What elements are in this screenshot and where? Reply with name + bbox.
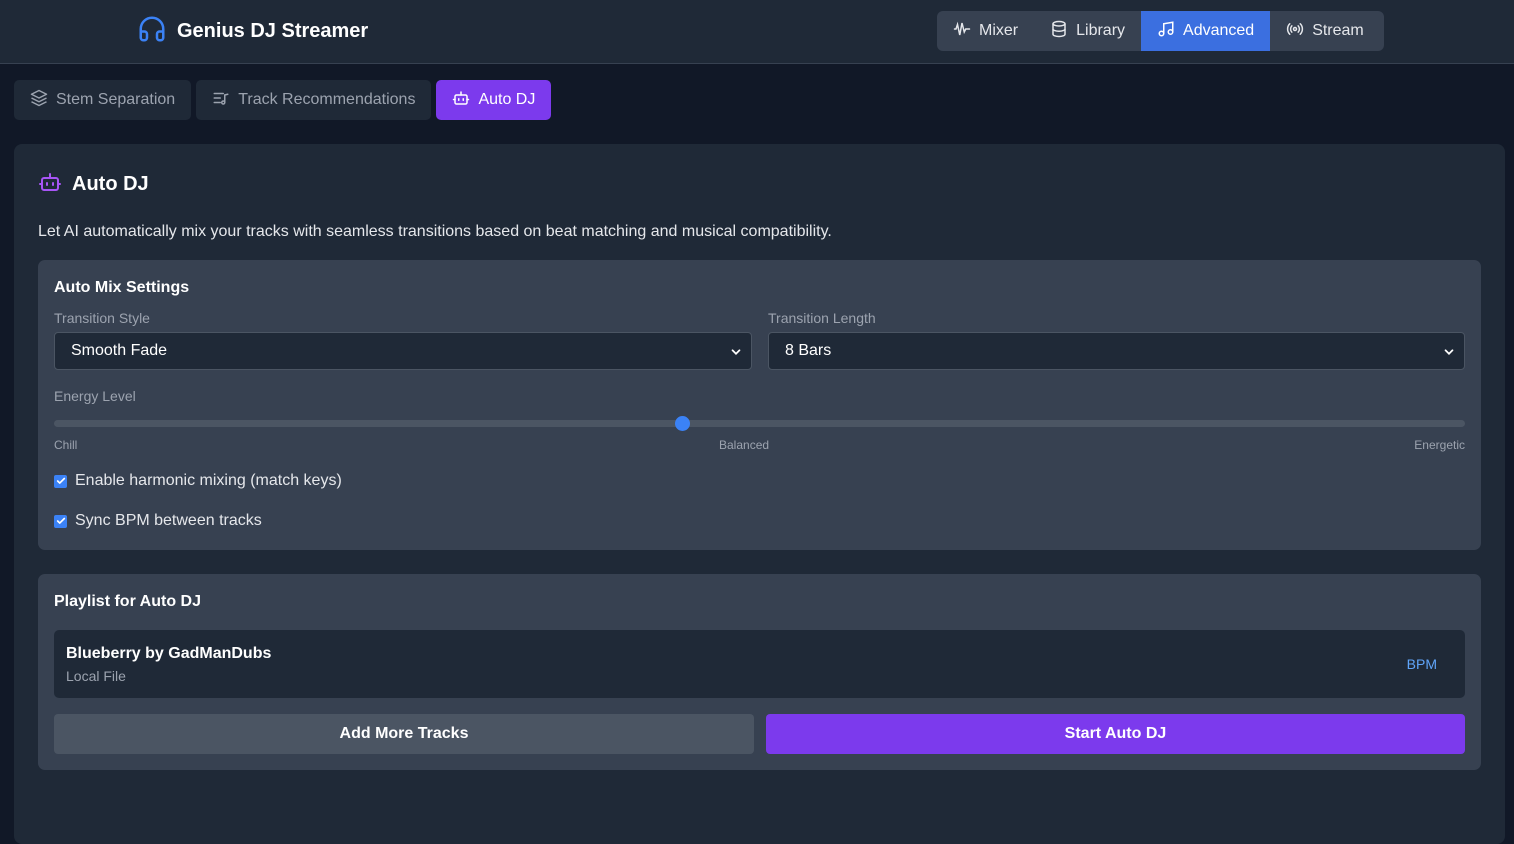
robot-icon (452, 89, 470, 112)
tab-track-recommendations-label: Track Recommendations (238, 91, 416, 108)
tab-track-recommendations[interactable]: Track Recommendations (196, 80, 432, 120)
nav-mixer-label: Mixer (979, 22, 1019, 39)
start-auto-dj-button[interactable]: Start Auto DJ (766, 714, 1465, 754)
top-bar: Genius DJ Streamer Mixer Library Advance… (0, 0, 1514, 64)
tab-auto-dj[interactable]: Auto DJ (436, 80, 552, 120)
chevron-down-icon (1442, 345, 1456, 364)
playlist-icon (212, 89, 230, 112)
add-more-tracks-button[interactable]: Add More Tracks (54, 714, 754, 754)
transition-style-value: Smooth Fade (71, 342, 168, 359)
sync-bpm-label: Sync BPM between tracks (75, 512, 262, 529)
tab-stem-separation[interactable]: Stem Separation (14, 80, 192, 120)
main-nav: Mixer Library Advanced Stream (937, 11, 1384, 51)
transition-length-select[interactable]: 8 Bars (768, 332, 1465, 370)
transition-style-select[interactable]: Smooth Fade (54, 332, 752, 370)
energy-mid-label: Balanced (719, 438, 770, 452)
panel-header: Auto DJ (38, 170, 149, 199)
settings-title: Auto Mix Settings (54, 279, 190, 296)
layers-icon (30, 89, 48, 112)
advanced-subtabs: Stem Separation Track Recommendations Au… (14, 80, 552, 120)
energy-level-label: Energy Level (54, 388, 136, 404)
music-note-icon (1157, 20, 1175, 43)
track-bpm: BPM (1406, 656, 1437, 672)
playlist-title: Playlist for Auto DJ (54, 593, 201, 610)
nav-library-label: Library (1076, 22, 1126, 39)
database-icon (1050, 20, 1068, 43)
auto-dj-panel: Auto DJ Let AI automatically mix your tr… (14, 144, 1505, 844)
nav-stream-label: Stream (1312, 22, 1364, 39)
sync-bpm-option[interactable]: Sync BPM between tracks (54, 512, 262, 530)
robot-icon (38, 170, 62, 199)
nav-advanced-label: Advanced (1183, 22, 1255, 39)
playlist-track[interactable]: Blueberry by GadManDubs Local File BPM (54, 630, 1465, 698)
harmonic-mixing-label: Enable harmonic mixing (match keys) (75, 472, 342, 489)
nav-advanced[interactable]: Advanced (1141, 11, 1271, 51)
tab-stem-separation-label: Stem Separation (56, 91, 176, 108)
headphones-icon (137, 14, 167, 49)
energy-max-label: Energetic (1414, 438, 1465, 452)
nav-stream[interactable]: Stream (1270, 11, 1380, 51)
sync-bpm-checkbox[interactable] (54, 514, 67, 528)
playlist-card: Playlist for Auto DJ Blueberry by GadMan… (38, 574, 1481, 770)
panel-title: Auto DJ (72, 173, 149, 195)
energy-slider-thumb[interactable] (674, 416, 690, 431)
chevron-down-icon (729, 345, 743, 364)
energy-min-label: Chill (54, 438, 78, 452)
transition-length-value: 8 Bars (785, 342, 832, 359)
nav-library[interactable]: Library (1034, 11, 1141, 51)
panel-description: Let AI automatically mix your tracks wit… (38, 223, 832, 240)
energy-level-slider[interactable] (54, 416, 1465, 431)
brand[interactable]: Genius DJ Streamer (137, 16, 368, 46)
track-source: Local File (66, 668, 126, 684)
transition-style-label: Transition Style (54, 310, 150, 326)
transition-length-label: Transition Length (768, 310, 876, 326)
harmonic-mixing-checkbox[interactable] (54, 474, 67, 488)
broadcast-icon (1286, 20, 1304, 43)
app-title: Genius DJ Streamer (177, 19, 369, 42)
harmonic-mixing-option[interactable]: Enable harmonic mixing (match keys) (54, 472, 342, 490)
tab-auto-dj-label: Auto DJ (478, 91, 536, 108)
waveform-icon (953, 20, 971, 43)
auto-mix-settings-card: Auto Mix Settings Transition Style Smoot… (38, 260, 1481, 550)
track-title: Blueberry by GadManDubs (66, 645, 272, 662)
nav-mixer[interactable]: Mixer (937, 11, 1034, 51)
